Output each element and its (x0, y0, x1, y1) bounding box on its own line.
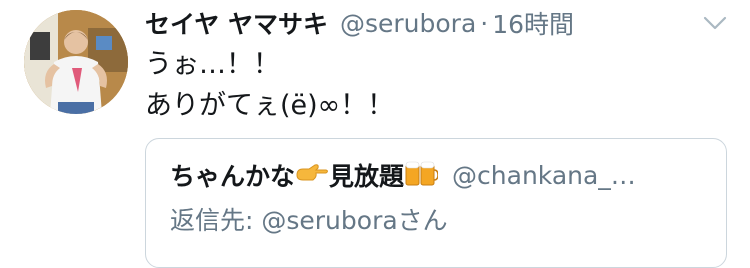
tweet-text: うぉ…！！ ありがてぇ(ë)∞！！ (145, 44, 394, 126)
tweet-timestamp[interactable]: 16時間 (492, 5, 574, 41)
reply-prefix: 返信先: (170, 206, 262, 235)
avatar[interactable] (24, 10, 128, 114)
display-name[interactable]: セイヤ ヤマサキ (145, 5, 328, 41)
tweet-line-2: ありがてぇ(ë)∞！！ (145, 90, 395, 121)
separator-dot: · (480, 8, 489, 38)
chevron-down-icon[interactable] (700, 12, 730, 34)
reply-user[interactable]: @seruboraさん (261, 206, 447, 235)
quote-display-name-suffix[interactable]: 見放題 (329, 157, 404, 193)
reply-to-line: 返信先: @seruboraさん (170, 201, 448, 237)
avatar-photo (24, 10, 128, 114)
pointing-hand-icon (295, 161, 329, 189)
quote-user-handle[interactable]: @chankana_… (452, 161, 636, 190)
quote-display-name[interactable]: ちゃんかな (170, 157, 295, 193)
tweet-line-1: うぉ…！！ (145, 49, 280, 80)
quote-header: ちゃんかな 見放題 @chankana_… (170, 157, 636, 193)
user-handle[interactable]: @serubora (340, 9, 476, 38)
tweet[interactable]: セイヤ ヤマサキ @serubora · 16時間 うぉ…！！ ありがてぇ(ë)… (0, 0, 750, 268)
tweet-header: セイヤ ヤマサキ @serubora · 16時間 (145, 6, 574, 40)
beer-mugs-icon (404, 157, 439, 193)
